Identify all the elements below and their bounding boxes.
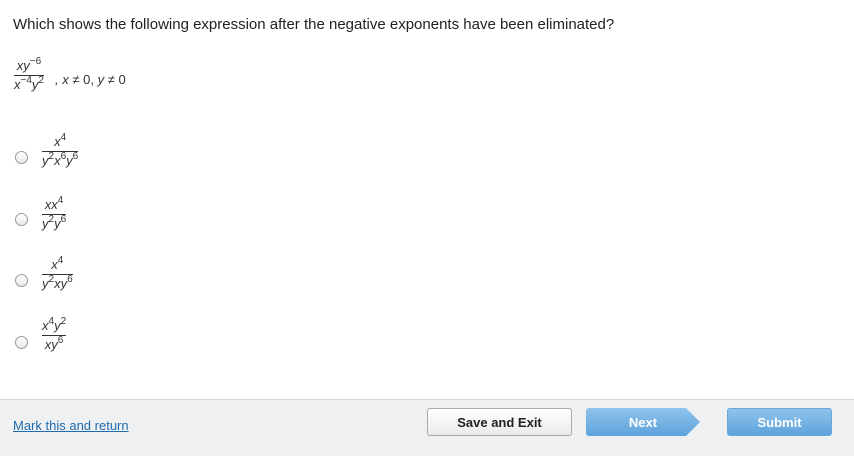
expression-condition: , x ≠ 0, y ≠ 0 [55, 72, 126, 87]
question-text: Which shows the following expression aft… [13, 16, 615, 33]
given-denominator: x−4y2 [14, 75, 44, 93]
radio-button[interactable] [15, 274, 28, 287]
submit-button[interactable]: Submit [727, 408, 832, 436]
radio-button[interactable] [15, 213, 28, 226]
next-button[interactable]: Next [586, 408, 700, 436]
mark-and-return-link[interactable]: Mark this and return [13, 418, 129, 433]
given-expression: xy−6 x−4y2 [14, 56, 44, 93]
radio-button[interactable] [15, 151, 28, 164]
save-and-exit-button[interactable]: Save and Exit [427, 408, 572, 436]
option-expression: x4 y2xy6 [42, 255, 73, 291]
option-expression: x4y2 xy6 [42, 316, 67, 352]
given-numerator: xy−6 [16, 56, 42, 74]
option-expression: xx4 y2y6 [42, 195, 67, 231]
option-expression: x4 y2x6y6 [42, 132, 79, 168]
radio-button[interactable] [15, 336, 28, 349]
